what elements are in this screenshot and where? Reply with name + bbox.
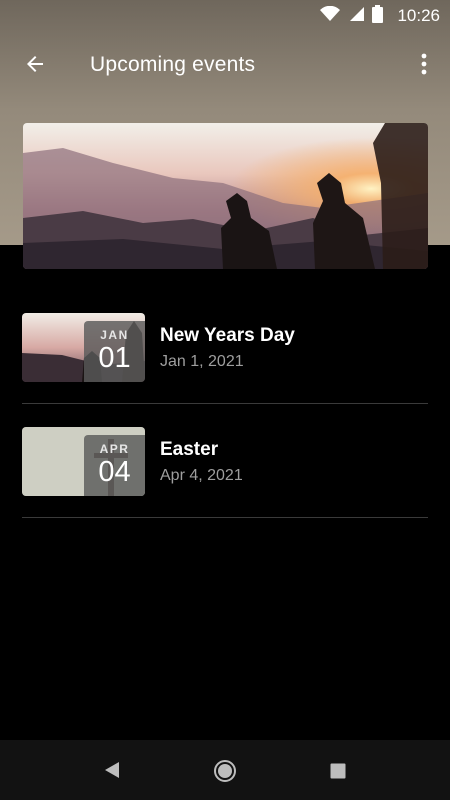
hero-image xyxy=(23,123,428,269)
battery-icon xyxy=(372,4,384,28)
app-bar: Upcoming events xyxy=(0,32,450,98)
more-vertical-icon xyxy=(421,53,427,80)
back-button[interactable] xyxy=(20,51,50,81)
event-date: Jan 1, 2021 xyxy=(160,353,244,370)
event-date: Apr 4, 2021 xyxy=(160,467,243,484)
list-item[interactable]: JAN 01 New Years Day Jan 1, 2021 xyxy=(22,290,428,404)
date-badge: APR 04 xyxy=(84,435,145,496)
event-title: New Years Day xyxy=(160,325,295,346)
badge-day: 01 xyxy=(98,342,131,374)
event-title: Easter xyxy=(160,439,219,460)
badge-day: 04 xyxy=(98,456,131,488)
page-title: Upcoming events xyxy=(90,53,256,76)
system-nav-bar xyxy=(0,740,450,800)
badge-month: APR xyxy=(99,442,130,456)
nav-back-icon[interactable] xyxy=(104,761,120,784)
badge-month: JAN xyxy=(100,328,129,342)
event-thumbnail: JAN 01 xyxy=(22,313,145,382)
status-time: 10:26 xyxy=(397,6,440,25)
status-bar: 10:26 xyxy=(0,0,450,32)
nav-recents-icon[interactable] xyxy=(330,763,346,784)
more-options-button[interactable] xyxy=(414,51,434,81)
list-item[interactable]: APR 04 Easter Apr 4, 2021 xyxy=(22,404,428,518)
back-arrow-icon xyxy=(23,52,47,81)
nav-home-icon[interactable] xyxy=(213,759,237,788)
wifi-icon xyxy=(320,5,341,27)
cell-signal-icon xyxy=(348,6,365,27)
date-badge: JAN 01 xyxy=(84,321,145,382)
event-thumbnail: APR 04 xyxy=(22,427,145,496)
events-list: JAN 01 New Years Day Jan 1, 2021 APR 04 … xyxy=(22,290,428,518)
